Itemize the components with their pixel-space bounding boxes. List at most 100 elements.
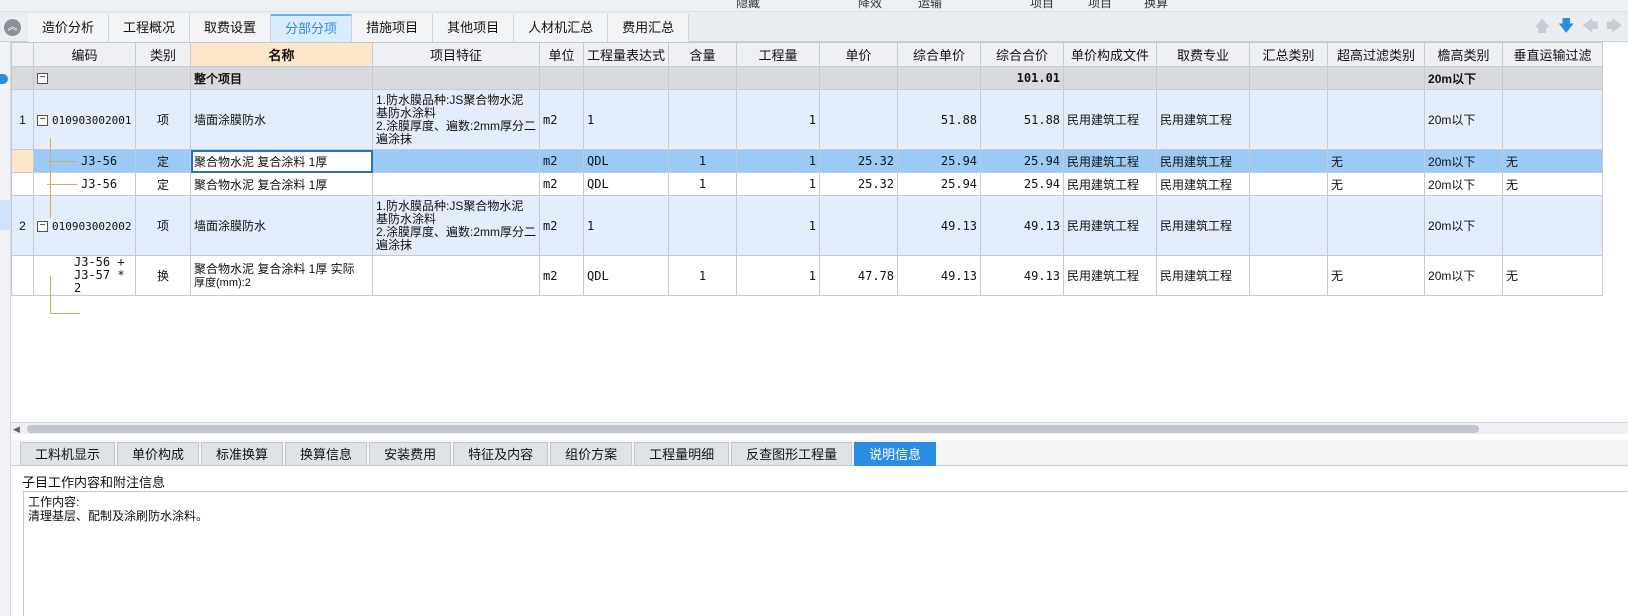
scroll-left-icon[interactable]: ◀: [13, 423, 20, 435]
cell-code[interactable]: J3-56: [33, 172, 136, 196]
cell-name[interactable]: 聚合物水泥 复合涂料 1厚 实际 厚度(mm):2: [190, 255, 373, 296]
cell-height-filter[interactable]: [1327, 89, 1426, 150]
cell-vertical[interactable]: 无: [1502, 149, 1604, 173]
cell-content[interactable]: [668, 89, 738, 150]
header-price-file[interactable]: 单价构成文件: [1063, 42, 1158, 67]
cell-total[interactable]: 101.01: [980, 66, 1065, 90]
cell-name[interactable]: 聚合物水泥 复合涂料 1厚: [190, 172, 373, 196]
description-text-area[interactable]: 工作内容: 清理基层、配制及涂刷防水涂料。: [23, 491, 1628, 616]
cell-price-file[interactable]: 民用建筑工程: [1063, 149, 1158, 173]
tab-labor-material-display[interactable]: 工料机显示: [20, 442, 116, 466]
cell-expr[interactable]: 1: [583, 89, 670, 150]
cell-sum-type[interactable]: [1249, 89, 1329, 150]
cell-name-editing[interactable]: 聚合物水泥 复合涂料 1厚: [190, 149, 373, 173]
cell-height-filter[interactable]: 无: [1327, 172, 1426, 196]
cell-total[interactable]: 25.94: [980, 172, 1065, 196]
cell-code[interactable]: −010903002001: [33, 89, 136, 150]
header-unit[interactable]: 单位: [539, 42, 585, 67]
cell-name[interactable]: 墙面涂膜防水: [190, 195, 373, 256]
cell-price-file[interactable]: 民用建筑工程: [1063, 195, 1158, 256]
cell-unit-total[interactable]: 25.94: [897, 149, 982, 173]
scrollbar-thumb[interactable]: [27, 425, 1479, 433]
tab-description-info[interactable]: 说明信息: [854, 442, 937, 466]
table-row-item[interactable]: 1 −010903002001 项 墙面涂膜防水 1.防水膜品种:JS聚合物水泥…: [11, 89, 1604, 150]
cell-eave[interactable]: 20m以下: [1424, 172, 1504, 196]
toolbar-item[interactable]: 运输: [918, 0, 942, 11]
cell-feature[interactable]: [371, 149, 541, 173]
arrow-down-icon[interactable]: 🡇: [1558, 18, 1574, 36]
cell-total[interactable]: 51.88: [980, 89, 1065, 150]
toolbar-item[interactable]: 换算: [1144, 0, 1168, 11]
toolbar-item[interactable]: 隐藏: [736, 0, 760, 11]
tab-project-overview[interactable]: 工程概况: [109, 14, 191, 42]
cell-code[interactable]: J3-56: [33, 149, 136, 173]
cell-unit-total[interactable]: 49.13: [897, 255, 982, 296]
tab-measures[interactable]: 措施项目: [352, 14, 434, 42]
tab-reverse-lookup-quantity[interactable]: 反查图形工程量: [731, 442, 853, 466]
cell-unit[interactable]: m2: [539, 89, 585, 150]
header-expr[interactable]: 工程量表达式: [583, 42, 670, 67]
cell-feature[interactable]: [371, 255, 541, 296]
header-unit-total[interactable]: 综合单价: [897, 42, 982, 67]
cell-fee-major[interactable]: 民用建筑工程: [1156, 149, 1251, 173]
cell-unit[interactable]: m2: [539, 172, 585, 196]
cell-sum-type[interactable]: [1249, 195, 1329, 256]
header-type[interactable]: 类别: [135, 42, 191, 67]
cell-sum-type[interactable]: [1249, 255, 1329, 296]
header-price[interactable]: 单价: [819, 42, 899, 67]
header-total[interactable]: 综合合价: [980, 42, 1065, 67]
cell-qty[interactable]: 1: [736, 172, 821, 196]
cell-eave[interactable]: 20m以下: [1424, 89, 1504, 150]
cell-price[interactable]: [819, 195, 899, 256]
tab-other-items[interactable]: 其他项目: [433, 14, 515, 42]
cell-unit-total[interactable]: 49.13: [897, 195, 982, 256]
cell-qty[interactable]: 1: [736, 255, 821, 296]
cell-qty[interactable]: 1: [736, 89, 821, 150]
header-vertical[interactable]: 垂直运输过滤: [1502, 42, 1604, 67]
cell-eave[interactable]: 20m以下: [1424, 66, 1504, 90]
header-qty[interactable]: 工程量: [736, 42, 821, 67]
collapse-toggle-icon[interactable]: −: [37, 114, 48, 126]
header-fee-major[interactable]: 取费专业: [1156, 42, 1251, 67]
cell-price[interactable]: 25.32: [819, 172, 899, 196]
header-name[interactable]: 名称: [190, 42, 373, 67]
table-row[interactable]: J3-56 定 聚合物水泥 复合涂料 1厚 m2 QDL 1 1 25.32 2…: [11, 172, 1604, 196]
cell-sum-type[interactable]: [1249, 149, 1329, 173]
cell-vertical[interactable]: 无: [1502, 255, 1604, 296]
cell-total[interactable]: 49.13: [980, 255, 1065, 296]
cell-type[interactable]: 项: [135, 89, 191, 150]
table-row-root[interactable]: − 整个项目 101.01 20m以下: [11, 66, 1604, 90]
cell-price-file[interactable]: 民用建筑工程: [1063, 89, 1158, 150]
cell-type[interactable]: 定: [135, 172, 191, 196]
cell-fee-major[interactable]: 民用建筑工程: [1156, 89, 1251, 150]
tab-cost-analysis[interactable]: 造价分析: [28, 14, 110, 42]
header-sum-type[interactable]: 汇总类别: [1249, 42, 1329, 67]
tab-features-content[interactable]: 特征及内容: [453, 442, 549, 466]
tab-sub-items[interactable]: 分部分项: [271, 14, 353, 42]
cell-expr[interactable]: QDL: [583, 172, 670, 196]
tab-labor-material-summary[interactable]: 人材机汇总: [514, 14, 609, 42]
cell-unit[interactable]: m2: [539, 149, 585, 173]
cell-content[interactable]: [668, 195, 738, 256]
cell-price-file[interactable]: 民用建筑工程: [1063, 172, 1158, 196]
cell-fee-major[interactable]: 民用建筑工程: [1156, 195, 1251, 256]
cell-vertical[interactable]: [1502, 89, 1604, 150]
cell-unit-total[interactable]: 25.94: [897, 172, 982, 196]
toolbar-item[interactable]: 项目: [1030, 0, 1054, 11]
cell-unit[interactable]: m2: [539, 195, 585, 256]
toolbar-item[interactable]: 项目: [1088, 0, 1112, 11]
cell-vertical[interactable]: 无: [1502, 172, 1604, 196]
cell-code[interactable]: J3-56 + J3-57 * 2: [33, 255, 136, 296]
cell-total[interactable]: 25.94: [980, 149, 1065, 173]
cell-eave[interactable]: 20m以下: [1424, 195, 1504, 256]
arrow-left-icon[interactable]: 🡄: [1582, 18, 1599, 36]
cell-content[interactable]: 1: [668, 255, 738, 296]
cell-type[interactable]: 换: [135, 255, 191, 296]
table-row-selected[interactable]: J3-56 定 聚合物水泥 复合涂料 1厚 m2 QDL 1 1 25.32 2…: [11, 149, 1604, 173]
cell-expr[interactable]: QDL: [583, 255, 670, 296]
tab-pricing-scheme[interactable]: 组价方案: [550, 442, 633, 466]
table-row[interactable]: J3-56 + J3-57 * 2 换 聚合物水泥 复合涂料 1厚 实际 厚度(…: [11, 255, 1604, 296]
cell-type[interactable]: 定: [135, 149, 191, 173]
header-code[interactable]: 编码: [33, 42, 136, 67]
collapse-up-icon[interactable]: ︽: [4, 19, 21, 36]
